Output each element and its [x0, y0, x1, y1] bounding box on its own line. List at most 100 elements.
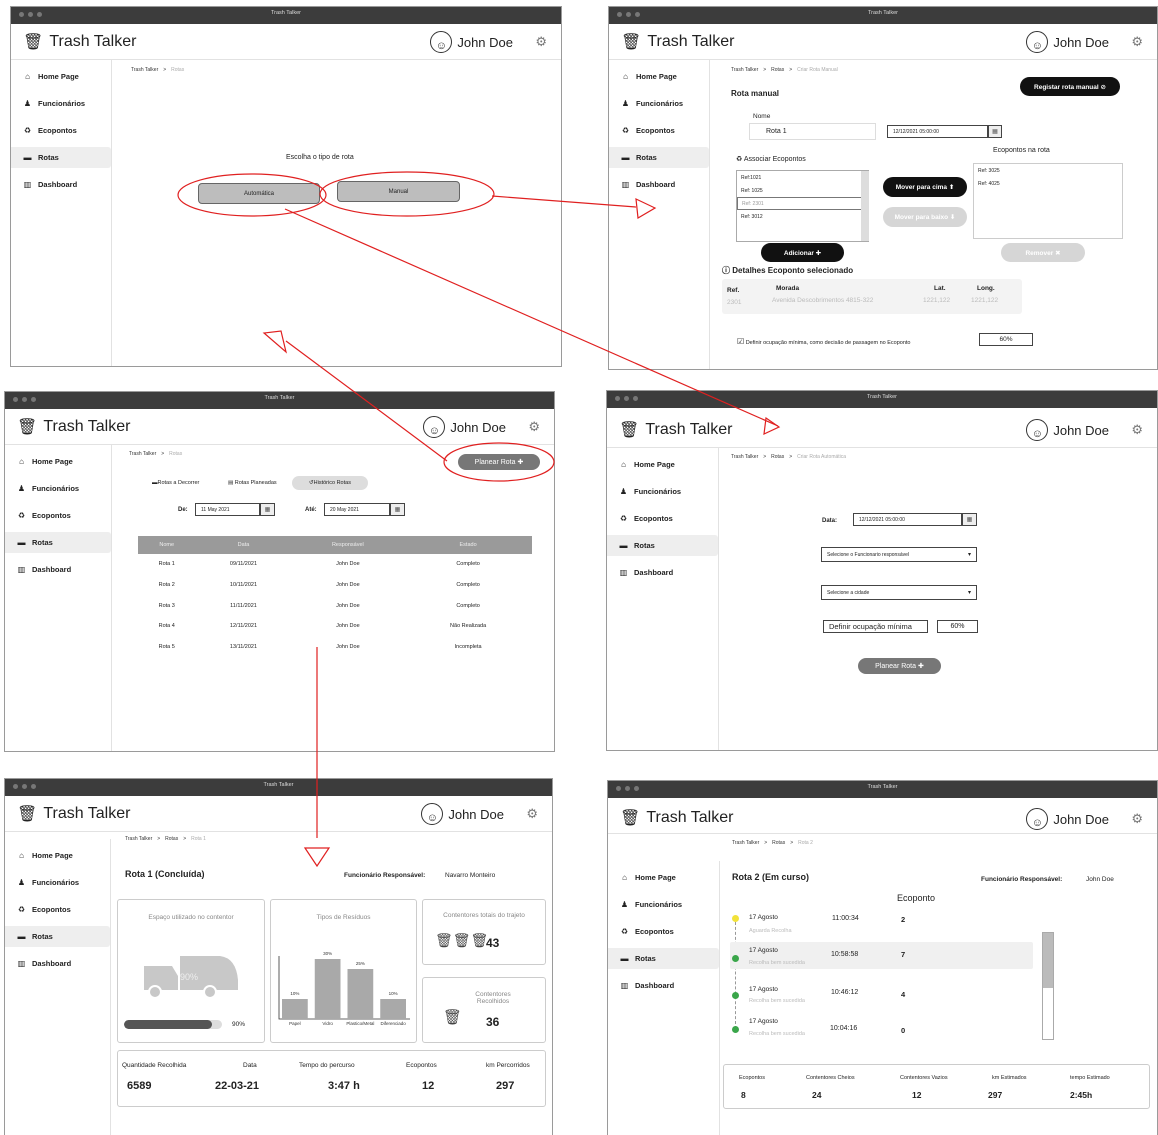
employee-select[interactable]: Selecione o Funcionario responsável ▾ [821, 547, 977, 562]
app-logo[interactable]: 🗑 Trash Talker [621, 32, 734, 52]
list-item[interactable]: Ref: 1025 [737, 184, 868, 197]
sidebar-item-home[interactable]: ⌂ Home Page [608, 867, 719, 888]
from-date-input[interactable]: 11 May 2021 [195, 503, 260, 516]
sidebar-item-ecopontos[interactable]: ♻ Ecopontos [608, 921, 719, 942]
sidebar-item-rotas[interactable]: ▬ Rotas [5, 926, 110, 947]
sidebar-item-funcionarios[interactable]: ♟ Funcionários [5, 872, 110, 893]
sidebar-item-dashboard[interactable]: ▥ Dashboard [609, 174, 709, 195]
name-input[interactable]: Rota 1 [749, 123, 876, 140]
route-listbox[interactable]: Ref: 3025 Ref: 4025 [973, 163, 1123, 239]
sidebar-item-dashboard[interactable]: ▥ Dashboard [608, 975, 719, 996]
column-header[interactable]: Nome [138, 536, 196, 554]
gear-icon[interactable]: ⚙ [1131, 811, 1143, 827]
sidebar-item-rotas[interactable]: ▬ Rotas [5, 532, 111, 553]
user-menu[interactable]: ☺ John Doe [423, 416, 506, 438]
checkbox-checked-icon[interactable]: ☑ [737, 337, 744, 346]
app-logo[interactable]: 🗑 Trash Talker [17, 417, 130, 437]
list-item[interactable]: Ref:1021 [737, 171, 868, 184]
sidebar-item-dashboard[interactable]: ▥ Dashboard [5, 559, 111, 580]
sidebar-item-ecopontos[interactable]: ♻ Ecopontos [609, 120, 709, 141]
gear-icon[interactable]: ⚙ [1131, 422, 1143, 438]
timeline-item[interactable]: 17 Agosto Aguarda Recolha 11:00:34 2 [730, 909, 1033, 937]
table-row[interactable]: Rota 2 10/11/2021 John Doe Completo [138, 575, 532, 596]
calendar-icon[interactable]: ▦ [390, 503, 405, 516]
user-menu[interactable]: ☺ John Doe [1026, 419, 1109, 441]
scrollbar-thumb[interactable] [1043, 933, 1053, 988]
list-item-selected[interactable]: Ref: 2301 [737, 197, 868, 210]
list-item[interactable]: Ref: 3025 [974, 164, 1122, 177]
tab-rotas-planeadas[interactable]: ▤ Rotas Planeadas [228, 480, 277, 486]
ecopontos-listbox[interactable]: Ref:1021 Ref: 1025 Ref: 2301 Ref: 3012 [736, 170, 869, 242]
timeline-item[interactable]: 17 Agosto Recolha bem sucedida 10:04:16 … [730, 1014, 1033, 1041]
move-up-button[interactable]: Mover para cima ⬆ [883, 177, 967, 197]
tab-rotas-a-decorrer[interactable]: ▬Rotas a Decorrer [152, 480, 199, 486]
user-menu[interactable]: ☺ John Doe [430, 31, 513, 53]
table-row[interactable]: Rota 5 13/11/2021 John Doe Incompleta [138, 637, 532, 658]
sidebar-item-home[interactable]: ⌂ Home Page [607, 454, 718, 475]
column-header[interactable]: Responsável [291, 536, 405, 554]
sidebar-item-rotas[interactable]: ▬ Rotas [608, 948, 719, 969]
min-occupancy-input[interactable]: 60% [979, 333, 1033, 346]
sidebar-item-home[interactable]: ⌂ Home Page [5, 451, 111, 472]
crumb-root[interactable]: Trash Talker [732, 840, 759, 846]
sidebar-item-funcionarios[interactable]: ♟ Funcionários [609, 93, 709, 114]
gear-icon[interactable]: ⚙ [1131, 34, 1143, 50]
calendar-icon[interactable]: ▦ [962, 513, 977, 526]
tab-historico-rotas[interactable]: ↺ Histórico Rotas [292, 476, 368, 490]
gear-icon[interactable]: ⚙ [526, 806, 538, 822]
crumb-rotas[interactable]: Rotas [771, 67, 784, 73]
scrollbar[interactable] [861, 171, 869, 241]
date-input[interactable]: 12/12/2021 05:00:00 [887, 125, 988, 138]
sidebar-item-rotas[interactable]: ▬ Rotas [609, 147, 709, 168]
column-header[interactable]: Estado [404, 536, 532, 554]
table-row[interactable]: Rota 1 09/11/2021 John Doe Completo [138, 554, 532, 575]
plan-route-button[interactable]: Planear Rota ✚ [858, 658, 941, 674]
crumb-rotas[interactable]: Rotas [165, 836, 178, 842]
gear-icon[interactable]: ⚙ [528, 419, 540, 435]
sidebar-item-funcionarios[interactable]: ♟ Funcionários [608, 894, 719, 915]
sidebar-item-home[interactable]: ⌂ Home Page [609, 66, 709, 87]
crumb-root[interactable]: Trash Talker [731, 454, 758, 460]
sidebar-item-dashboard[interactable]: ▥ Dashboard [607, 562, 718, 583]
plan-route-button[interactable]: Planear Rota ✚ [458, 454, 540, 470]
crumb-root[interactable]: Trash Talker [131, 67, 158, 73]
sidebar-item-funcionarios[interactable]: ♟ Funcionários [5, 478, 111, 499]
app-logo[interactable]: 🗑 Trash Talker [619, 420, 732, 440]
register-manual-route-button[interactable]: Registar rota manual ⊘ [1020, 77, 1120, 96]
add-button[interactable]: Adicionar ✚ [761, 243, 844, 262]
crumb-root[interactable]: Trash Talker [731, 67, 758, 73]
sidebar-item-rotas[interactable]: ▬ Rotas [607, 535, 718, 556]
app-logo[interactable]: 🗑 Trash Talker [23, 32, 136, 52]
table-row[interactable]: Rota 4 12/11/2021 John Doe Não Realizada [138, 616, 532, 637]
crumb-rotas[interactable]: Rotas [771, 454, 784, 460]
crumb-root[interactable]: Trash Talker [125, 836, 152, 842]
city-select[interactable]: Selecione a cidade ▾ [821, 585, 977, 600]
crumb-rotas[interactable]: Rotas [772, 840, 785, 846]
sidebar-item-funcionarios[interactable]: ♟ Funcionários [11, 93, 111, 114]
crumb-root[interactable]: Trash Talker [129, 451, 156, 457]
list-item[interactable]: Ref: 4025 [974, 177, 1122, 190]
move-down-button[interactable]: Mover para baixo ⬇ [883, 207, 967, 227]
min-occupancy-input[interactable]: 60% [937, 620, 978, 633]
app-logo[interactable]: 🗑 Trash Talker [17, 804, 130, 824]
user-menu[interactable]: ☺ John Doe [1026, 31, 1109, 53]
sidebar-item-funcionarios[interactable]: ♟ Funcionários [607, 481, 718, 502]
timeline-item[interactable]: 17 Agosto Recolha bem sucedida 10:46:12 … [730, 981, 1033, 1008]
sidebar-item-ecopontos[interactable]: ♻ Ecopontos [11, 120, 111, 141]
to-date-input[interactable]: 20 May 2021 [324, 503, 390, 516]
timeline-item-selected[interactable]: 17 Agosto Recolha bem sucedida 10:58:58 … [730, 942, 1033, 969]
timeline-scrollbar[interactable] [1042, 932, 1054, 1040]
sidebar-item-ecopontos[interactable]: ♻ Ecopontos [5, 505, 111, 526]
calendar-icon[interactable]: ▦ [260, 503, 275, 516]
sidebar-item-home[interactable]: ⌂ Home Page [5, 845, 110, 866]
column-header[interactable]: Data [195, 536, 292, 554]
remove-button[interactable]: Remover ✖ [1001, 243, 1085, 262]
sidebar-item-rotas[interactable]: ▬ Rotas [11, 147, 111, 168]
gear-icon[interactable]: ⚙ [535, 34, 547, 50]
automatic-button[interactable]: Automática [198, 183, 320, 204]
user-menu[interactable]: ☺ John Doe [1026, 808, 1109, 830]
user-menu[interactable]: ☺ John Doe [421, 803, 504, 825]
date-input[interactable]: 12/12/2021 05:00:00 [853, 513, 962, 526]
table-row[interactable]: Rota 3 11/11/2021 John Doe Completo [138, 595, 532, 616]
list-item[interactable]: Ref: 3012 [737, 210, 868, 223]
